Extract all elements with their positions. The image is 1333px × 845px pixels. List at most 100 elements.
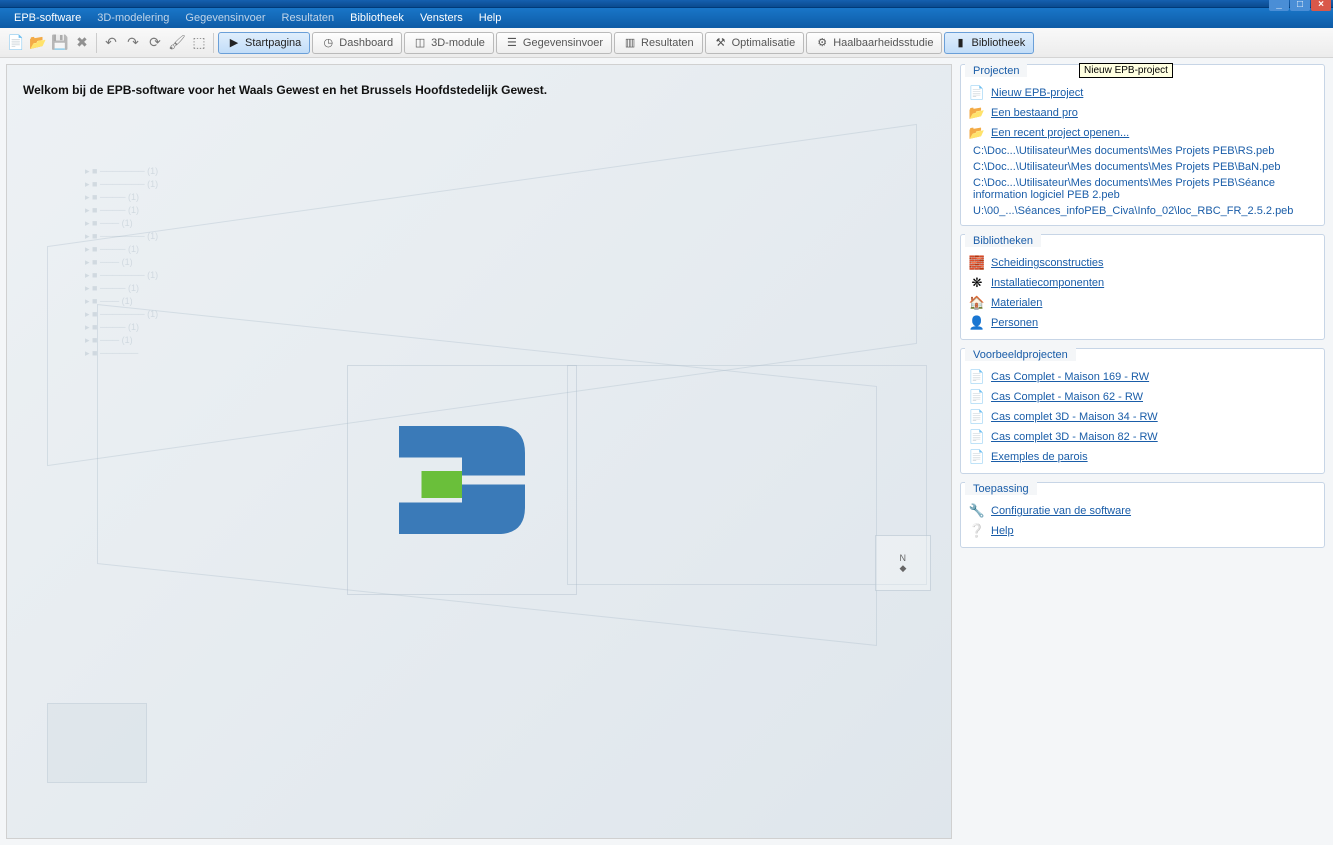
recent-path-0[interactable]: C:\Doc...\Utilisateur\Mes documents\Mes … bbox=[969, 143, 1320, 159]
example-project-0[interactable]: 📄 Cas Complet - Maison 169 - RW bbox=[969, 367, 1320, 387]
group-voorbeeldprojecten: Voorbeeldprojecten 📄Cas Complet - Maison… bbox=[960, 348, 1325, 474]
link-materialen[interactable]: 🏠Materialen bbox=[969, 293, 1320, 313]
link-personen[interactable]: 👤 Personen bbox=[969, 313, 1320, 333]
tab-haalbaarheidsstudie[interactable]: ⚙ Haalbaarheidsstudie bbox=[806, 32, 942, 54]
app-logo bbox=[347, 365, 577, 595]
group-toepassing-title: Toepassing bbox=[965, 481, 1037, 495]
play-icon: ▶ bbox=[227, 36, 241, 50]
wrench-icon: 🔧 bbox=[969, 503, 985, 519]
group-bibliotheken: Bibliotheken 🧱Scheidingsconstructies ❋ In… bbox=[960, 234, 1325, 340]
menu-help[interactable]: Help bbox=[471, 11, 510, 25]
link-recent-project[interactable]: 📂 Een recent project openen... bbox=[969, 123, 1320, 143]
content-pane: ▸ ■ ─────── (1)▸ ■ ─────── (1)▸ ■ ──── (… bbox=[0, 58, 958, 845]
help-icon: ❔ bbox=[969, 523, 985, 539]
example-project-2[interactable]: 📄Cas complet 3D - Maison 34 - RW bbox=[969, 407, 1320, 427]
menu-epb-software[interactable]: EPB-software bbox=[6, 11, 89, 25]
link-nieuw-project[interactable]: 📄 Nieuw EPB-project bbox=[969, 83, 1320, 103]
link-bestaand-project-label: Een bestaand pro bbox=[991, 107, 1078, 119]
tab-resultaten-label: Resultaten bbox=[641, 37, 694, 49]
link-scheidingsconstructies[interactable]: 🧱Scheidingsconstructies bbox=[969, 253, 1320, 273]
eyedropper-icon[interactable]: ⬚ bbox=[189, 33, 209, 53]
link-help-label: Help bbox=[991, 525, 1014, 537]
maximize-button[interactable]: □ bbox=[1290, 0, 1310, 11]
wall-icon: 🧱 bbox=[969, 255, 985, 271]
menu-resultaten[interactable]: Resultaten bbox=[274, 11, 343, 25]
tab-optimalisatie[interactable]: ⚒ Optimalisatie bbox=[705, 32, 805, 54]
group-toepassing: Toepassing 🔧 Configuratie van de software… bbox=[960, 482, 1325, 548]
gear-icon: ⚙ bbox=[815, 36, 829, 50]
chart-icon: ▥ bbox=[623, 36, 637, 50]
link-configuratie-label: Configuratie van de software bbox=[991, 505, 1131, 517]
tab-gegevensinvoer-label: Gegevensinvoer bbox=[523, 37, 603, 49]
tab-dashboard[interactable]: ◷Dashboard bbox=[312, 32, 402, 54]
welcome-card: ▸ ■ ─────── (1)▸ ■ ─────── (1)▸ ■ ──── (… bbox=[6, 64, 952, 839]
recent-path-0-label: C:\Doc...\Utilisateur\Mes documents\Mes … bbox=[969, 145, 1274, 157]
open-folder-icon: 📂 bbox=[969, 105, 985, 121]
example-project-2-label: Cas complet 3D - Maison 34 - RW bbox=[991, 411, 1158, 423]
toolbar: 📄 📂 💾 ✖ ↶ ↷ ⟳ 🖌 ⬚ ▶ Startpagina ◷Dashboar… bbox=[0, 28, 1333, 58]
tab-optimalisatie-label: Optimalisatie bbox=[732, 37, 796, 49]
example-project-3[interactable]: 📄Cas complet 3D - Maison 82 - RW bbox=[969, 427, 1320, 447]
doc-icon: 📄 bbox=[969, 369, 985, 385]
titlebar: _ □ × bbox=[0, 0, 1333, 8]
recent-path-2-label: C:\Doc...\Utilisateur\Mes documents\Mes … bbox=[969, 177, 1320, 201]
person-icon: 👤 bbox=[969, 315, 985, 331]
link-help[interactable]: ❔ Help bbox=[969, 521, 1320, 541]
undo-icon[interactable]: ↶ bbox=[101, 33, 121, 53]
link-personen-label: Personen bbox=[991, 317, 1038, 329]
group-bibliotheken-title: Bibliotheken bbox=[965, 233, 1041, 247]
brush-icon[interactable]: 🖌 bbox=[167, 33, 187, 53]
tab-dashboard-label: Dashboard bbox=[339, 37, 393, 49]
tab-3d-module[interactable]: ◫ 3D-module bbox=[404, 32, 494, 54]
tab-resultaten[interactable]: ▥ Resultaten bbox=[614, 32, 703, 54]
menu-bibliotheek[interactable]: Bibliotheek bbox=[342, 11, 412, 25]
menu-3d-modelering[interactable]: 3D-modelering bbox=[89, 11, 177, 25]
cube-icon: ◫ bbox=[413, 36, 427, 50]
example-project-4[interactable]: 📄 Exemples de parois bbox=[969, 447, 1320, 467]
wrench-icon: ⚒ bbox=[714, 36, 728, 50]
menu-gegevensinvoer[interactable]: Gegevensinvoer bbox=[177, 11, 273, 25]
open-folder-arrow-icon: 📂 bbox=[969, 125, 985, 141]
welcome-title: Welkom bij de EPB-software voor het Waal… bbox=[23, 83, 547, 97]
link-bestaand-project[interactable]: 📂 Een bestaand pro Nieuw EPB-project bbox=[969, 103, 1320, 123]
link-materialen-label: Materialen bbox=[991, 297, 1042, 309]
menu-vensters[interactable]: Vensters bbox=[412, 11, 471, 25]
fan-icon: ❋ bbox=[969, 275, 985, 291]
recent-path-3[interactable]: U:\00_...\Séances_infoPEB_Civa\Info_02\l… bbox=[969, 203, 1320, 219]
minimize-button[interactable]: _ bbox=[1269, 0, 1289, 11]
example-project-4-label: Exemples de parois bbox=[991, 451, 1088, 463]
tab-3d-module-label: 3D-module bbox=[431, 37, 485, 49]
recent-path-1[interactable]: C:\Doc...\Utilisateur\Mes documents\Mes … bbox=[969, 159, 1320, 175]
redo-icon[interactable]: ↷ bbox=[123, 33, 143, 53]
menubar: EPB-software 3D-modelering Gegevensinvoe… bbox=[0, 8, 1333, 28]
tab-gegevensinvoer[interactable]: ☰ Gegevensinvoer bbox=[496, 32, 612, 54]
delete-icon[interactable]: ✖ bbox=[72, 33, 92, 53]
ghost-project-tree: ▸ ■ ─────── (1)▸ ■ ─────── (1)▸ ■ ──── (… bbox=[85, 165, 205, 360]
open-folder-icon[interactable]: 📂 bbox=[28, 33, 48, 53]
side-panel: Projecten 📄 Nieuw EPB-project 📂 Een best… bbox=[958, 58, 1333, 845]
new-file-icon[interactable]: 📄 bbox=[6, 33, 26, 53]
doc-icon: 📄 bbox=[969, 449, 985, 465]
group-projecten-title: Projecten bbox=[965, 63, 1027, 77]
tab-startpagina-label: Startpagina bbox=[245, 37, 301, 49]
recent-path-2[interactable]: C:\Doc...\Utilisateur\Mes documents\Mes … bbox=[969, 175, 1320, 203]
link-configuratie[interactable]: 🔧 Configuratie van de software bbox=[969, 501, 1320, 521]
tab-bibliotheek-label: Bibliotheek bbox=[971, 37, 1025, 49]
form-icon: ☰ bbox=[505, 36, 519, 50]
tab-haalbaarheidsstudie-label: Haalbaarheidsstudie bbox=[833, 37, 933, 49]
example-project-0-label: Cas Complet - Maison 169 - RW bbox=[991, 371, 1149, 383]
thumbnail-preview bbox=[47, 703, 147, 783]
tab-startpagina[interactable]: ▶ Startpagina bbox=[218, 32, 310, 54]
close-button[interactable]: × bbox=[1311, 0, 1331, 11]
link-nieuw-project-label: Nieuw EPB-project bbox=[991, 87, 1083, 99]
link-installatiecomponenten-label: Installatiecomponenten bbox=[991, 277, 1104, 289]
refresh-icon[interactable]: ⟳ bbox=[145, 33, 165, 53]
example-project-1[interactable]: 📄Cas Complet - Maison 62 - RW bbox=[969, 387, 1320, 407]
recent-path-1-label: C:\Doc...\Utilisateur\Mes documents\Mes … bbox=[969, 161, 1281, 173]
example-project-1-label: Cas Complet - Maison 62 - RW bbox=[991, 391, 1143, 403]
link-installatiecomponenten[interactable]: ❋ Installatiecomponenten bbox=[969, 273, 1320, 293]
save-icon[interactable]: 💾 bbox=[50, 33, 70, 53]
tooltip-nieuw-project: Nieuw EPB-project bbox=[1079, 63, 1173, 78]
tab-bibliotheek[interactable]: ▮Bibliotheek bbox=[944, 32, 1034, 54]
link-recent-project-label: Een recent project openen... bbox=[991, 127, 1129, 139]
